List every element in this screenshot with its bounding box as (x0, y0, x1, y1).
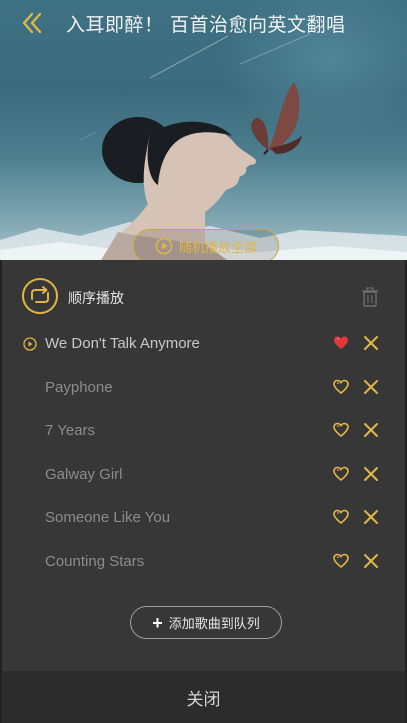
song-title: Someone Like You (45, 509, 171, 527)
heart-outline-icon[interactable] (333, 422, 349, 438)
add-songs-to-queue-label: 添加歌曲到队列 (168, 616, 260, 631)
heart-outline-icon[interactable] (333, 509, 349, 525)
song-title: We Don't Talk Anymore (45, 335, 200, 352)
back-button[interactable] (18, 9, 46, 37)
trash-icon[interactable] (360, 286, 380, 308)
playlist-title: 入耳即醉！ 百首治愈向英文翻唱 (66, 14, 346, 36)
song-title: Counting Stars (45, 552, 145, 570)
close-icon[interactable] (363, 553, 379, 569)
song-row[interactable]: Galway Girl (2, 453, 405, 497)
close-button-label: 关闭 (186, 689, 221, 709)
play-queue-panel: 顺序播放 We Don't Talk Anymore Payphone 7 Ye… (2, 260, 405, 671)
repeat-sequence-icon[interactable] (21, 277, 59, 315)
heart-outline-icon[interactable] (333, 553, 349, 569)
heart-outline-icon[interactable] (333, 379, 349, 395)
header-bar: 入耳即醉！ 百首治愈向英文翻唱 (0, 0, 407, 46)
song-list: We Don't Talk Anymore Payphone 7 Years G… (2, 322, 405, 584)
heart-outline-icon[interactable] (333, 466, 349, 482)
close-icon[interactable] (363, 466, 379, 482)
close-icon[interactable] (363, 335, 379, 351)
play-mode-label[interactable]: 顺序播放 (68, 288, 124, 308)
song-row[interactable]: Payphone (2, 366, 405, 410)
shuffle-play-all-button[interactable]: 随机播放全部 (133, 229, 279, 262)
song-row[interactable]: We Don't Talk Anymore (2, 322, 405, 366)
plus-icon: + (152, 612, 163, 633)
song-title: Galway Girl (45, 465, 123, 483)
chevron-double-left-icon (22, 12, 42, 34)
heart-filled-icon[interactable] (333, 335, 349, 351)
close-icon[interactable] (363, 379, 379, 395)
song-row[interactable]: Counting Stars (2, 540, 405, 584)
shuffle-play-all-label: 随机播放全部 (178, 239, 257, 255)
now-playing-icon (23, 337, 37, 351)
song-row[interactable]: Someone Like You (2, 496, 405, 540)
player-queue-screen: 入耳即醉！ 百首治愈向英文翻唱 随机播放全部 顺序播放 We Don't Tal… (0, 0, 407, 723)
song-title: 7 Years (45, 422, 96, 440)
play-circle-icon (155, 237, 173, 255)
butterfly-illustration (251, 82, 302, 155)
close-button[interactable]: 关闭 (2, 671, 405, 723)
close-icon[interactable] (363, 422, 379, 438)
panel-edge-left (0, 260, 2, 723)
song-title: Payphone (45, 378, 113, 396)
album-cover-hero: 入耳即醉！ 百首治愈向英文翻唱 随机播放全部 (0, 0, 407, 262)
song-row[interactable]: 7 Years (2, 409, 405, 453)
add-songs-to-queue-button[interactable]: + 添加歌曲到队列 (130, 606, 282, 639)
play-mode-row: 顺序播放 (2, 274, 405, 320)
close-icon[interactable] (363, 509, 379, 525)
